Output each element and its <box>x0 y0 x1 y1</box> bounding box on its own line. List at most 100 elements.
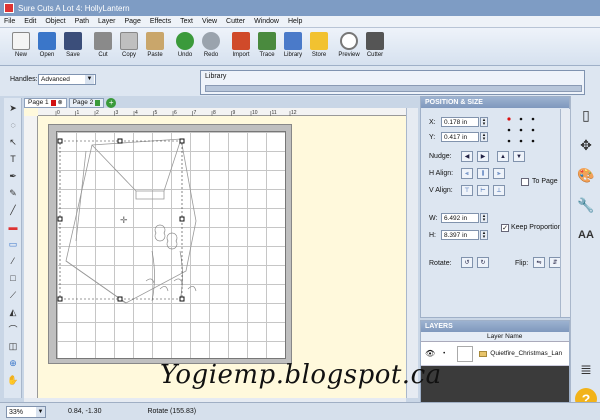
menu-help[interactable]: Help <box>288 18 302 25</box>
select-arrow-icon[interactable]: ➤ <box>6 101 20 115</box>
bezier-icon[interactable]: ⌒ <box>6 322 20 336</box>
wrench-icon[interactable]: 🔧 <box>575 194 597 216</box>
design-artwork[interactable]: ✛ <box>56 131 286 359</box>
panel-scrollbar[interactable] <box>560 109 570 317</box>
height-field[interactable]: 8.397 in <box>441 230 479 240</box>
cut-button[interactable]: Cut <box>90 28 116 64</box>
menu-cutter[interactable]: Cutter <box>226 18 245 25</box>
menu-edit[interactable]: Edit <box>24 18 36 25</box>
x-field[interactable]: 0.178 in <box>441 117 479 127</box>
cutter-button[interactable]: Cutter <box>362 28 388 64</box>
x-label: X: <box>429 119 436 126</box>
menu-page[interactable]: Page <box>125 18 141 25</box>
width-stepper[interactable]: ▴ ▾ <box>480 213 488 223</box>
pencil-icon[interactable]: ✎ <box>6 186 20 200</box>
ruler-tick-label: 10 <box>252 110 258 116</box>
align-bottom-icon[interactable]: ⊥ <box>493 185 505 196</box>
close-icon[interactable]: ⊗ <box>58 99 63 106</box>
reference-point-grid[interactable] <box>505 115 537 145</box>
document-icon[interactable]: ▯ <box>575 104 597 126</box>
library-scrollbar[interactable] <box>205 85 582 92</box>
align-right-icon[interactable]: ⫸ <box>493 168 505 179</box>
nudge-down-icon[interactable]: ▼ <box>513 151 525 162</box>
text-tool-icon[interactable]: T <box>6 152 20 166</box>
align-center-h-icon[interactable]: ⫼ <box>477 168 489 179</box>
open-button[interactable]: Open <box>34 28 60 64</box>
undo-arrow-icon <box>176 32 194 50</box>
add-page-icon[interactable]: + <box>106 97 117 108</box>
move-arrows-icon[interactable]: ✥ <box>575 134 597 156</box>
lasso-icon[interactable]: ◌ <box>6 118 20 132</box>
square-icon[interactable]: □ <box>6 271 20 285</box>
library-icon <box>284 32 302 50</box>
library-label: Library <box>283 52 303 58</box>
tab-page-1[interactable]: Page 1 ⊗ <box>24 97 67 108</box>
to-page-checkbox[interactable] <box>521 178 529 186</box>
redo-button[interactable]: Redo <box>198 28 224 64</box>
menu-view[interactable]: View <box>202 18 217 25</box>
shapes-icon[interactable]: ◭ <box>6 305 20 319</box>
zoom-select[interactable]: 33% ▼ <box>6 405 46 418</box>
menu-path[interactable]: Path <box>75 18 89 25</box>
store-button[interactable]: Store <box>306 28 332 64</box>
save-button[interactable]: Save <box>60 28 86 64</box>
position-size-title: POSITION & SIZE <box>421 97 569 108</box>
x-stepper[interactable]: ▴ ▾ <box>480 117 488 127</box>
rectangle-shape-icon[interactable]: ▭ <box>6 237 20 251</box>
chevron-down-icon: ▼ <box>36 406 45 417</box>
nudge-up-icon[interactable]: ▲ <box>497 151 509 162</box>
trace-button[interactable]: Trace <box>254 28 280 64</box>
menu-text[interactable]: Text <box>180 18 193 25</box>
y-stepper[interactable]: ▴ ▾ <box>480 132 488 142</box>
tab-page-2[interactable]: Page 2 <box>68 97 105 108</box>
open-folder-icon <box>38 32 56 50</box>
copy-button[interactable]: Copy <box>116 28 142 64</box>
undo-button[interactable]: Undo <box>172 28 198 64</box>
rotate-right-icon[interactable]: ↻ <box>477 257 489 268</box>
title-bar: Sure Cuts A Lot 4: HollyLantern <box>0 0 600 16</box>
menu-object[interactable]: Object <box>45 18 65 25</box>
menu-window[interactable]: Window <box>254 18 279 25</box>
rotate-left-icon[interactable]: ↺ <box>461 257 473 268</box>
library-button[interactable]: Library <box>280 28 306 64</box>
layers-stack-icon[interactable]: ≣ <box>575 358 597 380</box>
hand-pan-icon[interactable]: ✋ <box>6 373 20 387</box>
flip-horizontal-icon[interactable]: ⇋ <box>533 257 545 268</box>
menu-layer[interactable]: Layer <box>98 18 116 25</box>
height-stepper[interactable]: ▴ ▾ <box>480 230 488 240</box>
align-middle-v-icon[interactable]: ⊢ <box>477 185 489 196</box>
eye-visibility-icon[interactable]: 👁 <box>425 349 435 358</box>
knife-icon[interactable]: ⟋ <box>6 288 20 302</box>
paste-button[interactable]: Paste <box>142 28 168 64</box>
lock-icon[interactable]: • <box>443 351 445 357</box>
node-edit-icon[interactable]: ↖ <box>6 135 20 149</box>
pen-tool-icon[interactable]: ✒ <box>6 169 20 183</box>
import-button[interactable]: Import <box>228 28 254 64</box>
palette-icon[interactable]: 🎨 <box>575 164 597 186</box>
width-field[interactable]: 6.492 in <box>441 213 479 223</box>
horizontal-ruler: 0 1 2 3 4 5 6 7 8 9 10 11 12 <box>38 108 406 116</box>
preview-button[interactable]: Preview <box>336 28 362 64</box>
eraser-icon[interactable]: ▬ <box>6 220 20 234</box>
nudge-right-icon[interactable]: ▶ <box>477 151 489 162</box>
menu-effects[interactable]: Effects <box>150 18 171 25</box>
zoom-icon[interactable]: ⊕ <box>6 356 20 370</box>
app-icon <box>4 3 14 13</box>
keep-proportions-checkbox[interactable]: ✓ <box>501 224 509 232</box>
y-field[interactable]: 0.417 in <box>441 132 479 142</box>
paste-icon <box>146 32 164 50</box>
nudge-left-icon[interactable]: ◀ <box>461 151 473 162</box>
handles-select[interactable]: Advanced ▼ <box>38 74 96 85</box>
brush-icon[interactable]: ╱ <box>6 203 20 217</box>
layer-row[interactable]: 👁 • Quietfire_Christmas_Lan <box>421 342 569 366</box>
redo-label: Redo <box>203 52 219 58</box>
weld-icon[interactable]: ◫ <box>6 339 20 353</box>
align-left-icon[interactable]: ⫷ <box>461 168 473 179</box>
ruler-tick-label: 8 <box>213 110 216 116</box>
eyedropper-icon[interactable]: ⁄ <box>6 254 20 268</box>
text-size-icon[interactable]: AA <box>575 224 597 246</box>
canvas-vertical-scrollbar[interactable] <box>406 108 418 398</box>
menu-file[interactable]: File <box>4 18 15 25</box>
new-button[interactable]: New <box>8 28 34 64</box>
align-top-icon[interactable]: ⊤ <box>461 185 473 196</box>
